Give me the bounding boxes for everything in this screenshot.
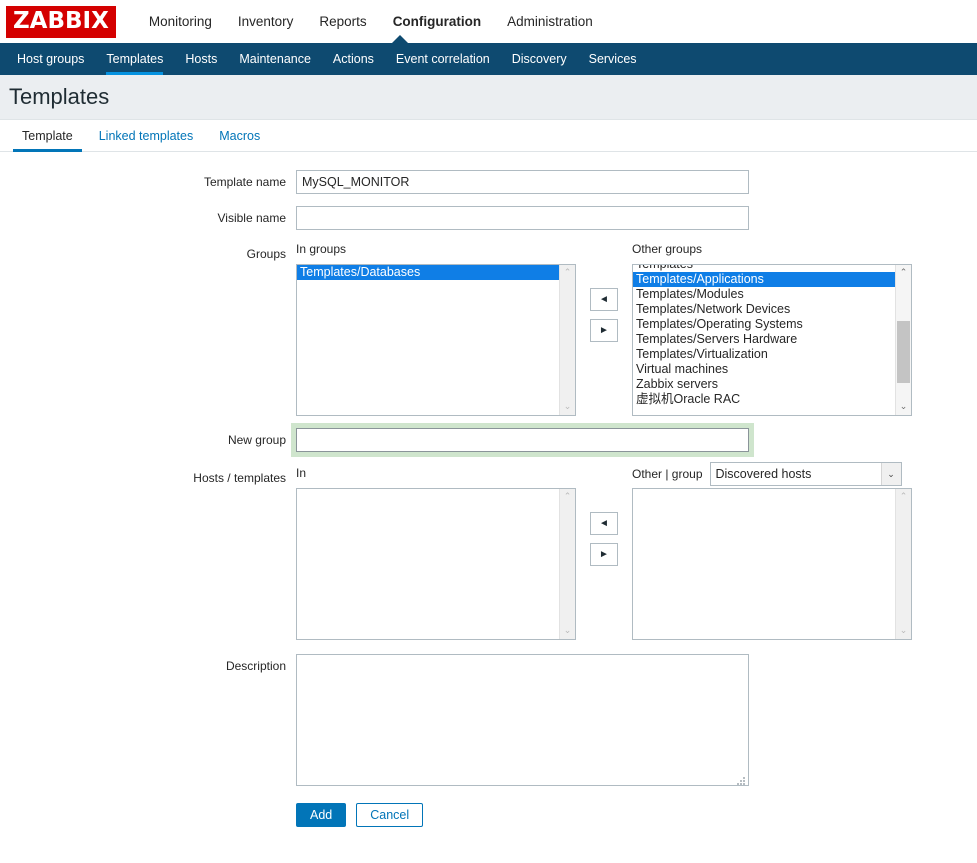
scroll-up-icon[interactable]: ⌃ (560, 489, 575, 505)
hosts-group-select[interactable]: Discovered hosts ⌄ (709, 462, 902, 486)
other-groups-option[interactable]: Virtual machines (633, 362, 895, 377)
description-wrapper (296, 654, 749, 789)
scroll-up-icon[interactable]: ⌃ (560, 265, 575, 281)
hosts-other-column: Other | group Discovered hosts ⌄ ⌃ ⌄ (632, 462, 912, 640)
hosts-templates-dual-list: In ⌃ ⌄ ◄ ► Other | group Discovered host… (296, 462, 977, 640)
in-groups-option[interactable]: Templates/Databases (297, 265, 559, 280)
field-row-visible-name: Visible name (0, 206, 977, 230)
scrollbar-thumb[interactable] (897, 321, 910, 383)
scroll-up-icon[interactable]: ⌃ (896, 265, 911, 281)
field-row-template-name: Template name (0, 170, 977, 194)
field-row-new-group: New group (0, 428, 977, 452)
hosts-transfer-buttons: ◄ ► (576, 466, 632, 574)
zabbix-logo[interactable]: ZABBIX (6, 5, 116, 38)
main-menu: Monitoring Inventory Reports Configurati… (136, 0, 606, 43)
chevron-down-icon[interactable]: ⌄ (880, 463, 901, 485)
add-button[interactable]: Add (296, 803, 347, 827)
new-group-label: New group (227, 433, 286, 447)
sub-menu-item-templates[interactable]: Templates (95, 43, 174, 75)
groups-move-right-button[interactable]: ► (590, 319, 618, 342)
scroll-up-icon[interactable]: ⌃ (896, 489, 911, 505)
template-name-label: Template name (203, 175, 286, 189)
tab-macros[interactable]: Macros (206, 120, 273, 151)
other-groups-column: Other groups Templates Templates/Applica… (632, 242, 912, 416)
sub-menu-item-host-groups[interactable]: Host groups (6, 43, 95, 75)
field-row-hosts-templates: Hosts / templates In ⌃ ⌄ ◄ ► Other | gro… (0, 462, 977, 640)
description-textarea[interactable] (296, 654, 749, 786)
hosts-in-options (297, 489, 559, 639)
in-groups-scrollbar[interactable]: ⌃ ⌄ (559, 265, 575, 415)
in-groups-options: Templates/Databases (297, 265, 559, 415)
sub-menu-item-actions[interactable]: Actions (322, 43, 385, 75)
cancel-button[interactable]: Cancel (356, 803, 424, 827)
actions-spacer (0, 803, 296, 808)
scroll-down-icon[interactable]: ⌄ (896, 623, 911, 639)
other-groups-option[interactable]: Templates (633, 265, 895, 272)
main-menu-item-reports[interactable]: Reports (306, 0, 379, 43)
groups-dual-list: In groups Templates/Databases ⌃ ⌄ ◄ ► Ot… (296, 242, 977, 416)
other-groups-option[interactable]: Templates/Servers Hardware (633, 332, 895, 347)
groups-transfer-buttons: ◄ ► (576, 242, 632, 350)
tab-template[interactable]: Template (9, 120, 86, 152)
hosts-other-scrollbar[interactable]: ⌃ ⌄ (895, 489, 911, 639)
sub-menu-item-services[interactable]: Services (578, 43, 648, 75)
hosts-move-right-button[interactable]: ► (590, 543, 618, 566)
other-groups-option[interactable]: Templates/Operating Systems (633, 317, 895, 332)
field-row-actions: Add Cancel (0, 803, 977, 827)
main-menu-item-monitoring[interactable]: Monitoring (136, 0, 225, 43)
other-groups-listbox[interactable]: Templates Templates/Applications Templat… (632, 264, 912, 416)
main-menu-item-administration[interactable]: Administration (494, 0, 606, 43)
template-name-input[interactable] (296, 170, 749, 194)
hosts-other-options (633, 489, 895, 639)
description-label: Description (225, 659, 286, 673)
other-groups-option[interactable]: Templates/Virtualization (633, 347, 895, 362)
other-groups-header: Other groups (632, 242, 703, 256)
sub-menu-item-maintenance[interactable]: Maintenance (228, 43, 322, 75)
page-title: Templates (9, 84, 110, 109)
other-groups-option[interactable]: Templates/Modules (633, 287, 895, 302)
hosts-templates-label: Hosts / templates (193, 471, 286, 485)
other-groups-option[interactable]: 虚拟机Oracle RAC (633, 392, 895, 407)
scroll-down-icon[interactable]: ⌄ (896, 399, 911, 415)
field-row-groups: Groups In groups Templates/Databases ⌃ ⌄ (0, 242, 977, 416)
visible-name-input[interactable] (296, 206, 749, 230)
in-groups-column: In groups Templates/Databases ⌃ ⌄ (296, 242, 576, 416)
hosts-group-select-value: Discovered hosts (715, 467, 812, 481)
other-groups-option[interactable]: Templates/Network Devices (633, 302, 895, 317)
hosts-in-listbox[interactable]: ⌃ ⌄ (296, 488, 576, 640)
sub-menu-item-event-correlation[interactable]: Event correlation (385, 43, 501, 75)
new-group-input[interactable] (296, 428, 749, 452)
scroll-down-icon[interactable]: ⌄ (560, 399, 575, 415)
groups-label: Groups (246, 247, 286, 261)
hosts-move-left-button[interactable]: ◄ (590, 512, 618, 535)
sub-menu-item-hosts[interactable]: Hosts (174, 43, 228, 75)
other-groups-option[interactable]: Templates/Applications (633, 272, 895, 287)
in-groups-listbox[interactable]: Templates/Databases ⌃ ⌄ (296, 264, 576, 416)
hosts-other-header-row: Other | group Discovered hosts ⌄ (632, 462, 912, 486)
other-groups-options: Templates Templates/Applications Templat… (633, 265, 895, 415)
groups-move-left-button[interactable]: ◄ (590, 288, 618, 311)
tab-linked-templates[interactable]: Linked templates (86, 120, 207, 151)
other-groups-scrollbar[interactable]: ⌃ ⌄ (895, 265, 911, 415)
visible-name-label: Visible name (217, 211, 286, 225)
top-header: ZABBIX Monitoring Inventory Reports Conf… (0, 0, 977, 43)
main-menu-item-inventory[interactable]: Inventory (225, 0, 307, 43)
other-groups-option[interactable]: Zabbix servers (633, 377, 895, 392)
hosts-in-header: In (296, 466, 307, 480)
sub-menu-item-discovery[interactable]: Discovery (501, 43, 578, 75)
scroll-down-icon[interactable]: ⌄ (560, 623, 575, 639)
page-title-band: Templates (0, 75, 977, 120)
in-groups-header: In groups (296, 242, 347, 256)
hosts-other-header: Other | group (632, 467, 703, 481)
form-tabs: Template Linked templates Macros (0, 120, 977, 152)
hosts-in-column: In ⌃ ⌄ (296, 466, 576, 640)
sub-navigation: Host groups Templates Hosts Maintenance … (0, 35, 977, 75)
hosts-in-scrollbar[interactable]: ⌃ ⌄ (559, 489, 575, 639)
hosts-other-listbox[interactable]: ⌃ ⌄ (632, 488, 912, 640)
field-row-description: Description (0, 654, 977, 789)
template-form: Template name Visible name Groups In gro… (0, 152, 977, 827)
